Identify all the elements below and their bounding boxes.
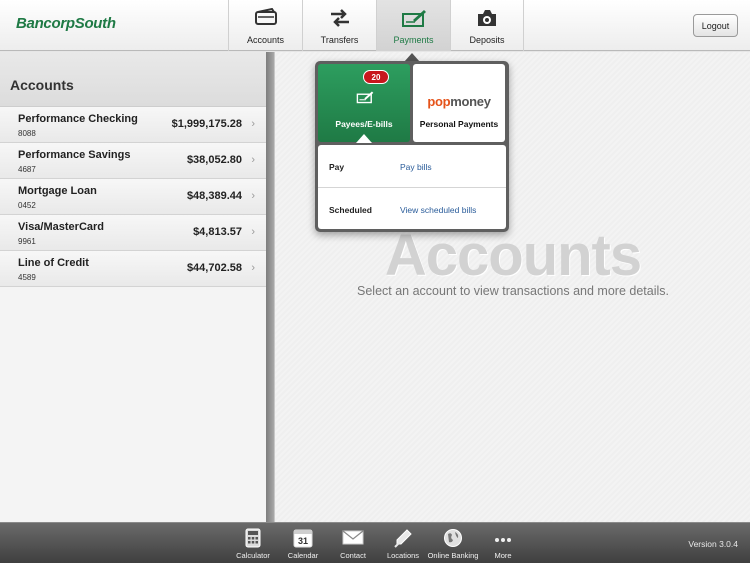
tab-label: Deposits <box>469 35 505 45</box>
tab-transfers[interactable]: Transfers <box>302 0 376 51</box>
tab-label: Accounts <box>246 35 285 45</box>
sidebar-title: Accounts <box>0 52 266 107</box>
popmoney-logo-money: money <box>450 94 491 109</box>
popover-list: Pay Pay bills Scheduled View scheduled b… <box>318 145 506 229</box>
accounts-sidebar: Accounts Performance Checking 8088 $1,99… <box>0 52 266 522</box>
account-name: Mortgage Loan <box>18 185 97 197</box>
account-row-performance-savings[interactable]: Performance Savings 4687 $38,052.80 › <box>0 143 266 179</box>
pay-row[interactable]: Pay Pay bills <box>318 145 506 187</box>
chevron-right-icon: › <box>251 118 255 130</box>
account-number: 4687 <box>18 165 36 174</box>
tile-label: Personal Payments <box>419 119 499 129</box>
account-number: 0452 <box>18 201 36 210</box>
check-pen-icon <box>356 91 374 104</box>
popover-tiles: 20 Payees/E-bills popmoney Personal Paym… <box>318 64 506 143</box>
account-balance: $38,052.80 <box>186 154 242 166</box>
toolbar-label: Contact <box>340 551 366 560</box>
tab-deposits[interactable]: Deposits <box>450 0 524 51</box>
chevron-right-icon: › <box>251 262 255 274</box>
tile-label: Payees/E-bills <box>335 119 393 129</box>
tab-label: Payments <box>393 35 434 45</box>
popmoney-logo-pop: pop <box>427 94 451 109</box>
account-row-line-of-credit[interactable]: Line of Credit 4589 $44,702.58 › <box>0 251 266 287</box>
row-label: Pay <box>329 162 345 172</box>
main-nav-tabs: Accounts Transfers Payments Deposits <box>228 0 524 51</box>
account-name: Visa/MasterCard <box>18 221 105 233</box>
account-row-mortgage-loan[interactable]: Mortgage Loan 0452 $48,389.44 › <box>0 179 266 215</box>
personal-payments-tile[interactable]: popmoney Personal Payments <box>413 64 505 142</box>
envelope-icon <box>342 530 364 545</box>
page-title: Accounts <box>384 223 642 288</box>
account-balance: $48,389.44 <box>186 190 242 202</box>
logout-button[interactable]: Logout <box>693 14 738 37</box>
chevron-right-icon: › <box>251 154 255 166</box>
transfer-arrows-icon <box>330 9 349 27</box>
calendar-icon: 31 <box>293 529 313 548</box>
selected-notch <box>356 134 372 143</box>
payees-ebills-tile[interactable]: 20 Payees/E-bills <box>318 64 410 143</box>
chevron-right-icon: › <box>251 226 255 238</box>
row-label: Scheduled <box>329 205 372 215</box>
wallet-icon <box>254 8 277 25</box>
globe-icon <box>444 529 462 547</box>
calculator-icon <box>245 528 261 548</box>
scheduled-row[interactable]: Scheduled View scheduled bills <box>318 187 506 229</box>
toolbar-label: Calculator <box>236 551 270 560</box>
check-pen-icon <box>401 10 426 27</box>
account-number: 4589 <box>18 273 36 282</box>
locations-button[interactable]: Locations <box>378 523 428 563</box>
tab-label: Transfers <box>320 35 359 45</box>
account-name: Performance Savings <box>18 149 131 161</box>
payments-popover: 20 Payees/E-bills popmoney Personal Paym… <box>315 61 509 232</box>
toolbar-label: Online Banking <box>427 551 479 560</box>
account-row-visa-mastercard[interactable]: Visa/MasterCard 9961 $4,813.57 › <box>0 215 266 251</box>
popmoney-logo: popmoney <box>413 94 505 109</box>
top-header: BancorpSouth Accounts Transfers Payments… <box>0 0 750 51</box>
location-pin-icon <box>394 529 412 548</box>
contact-button[interactable]: Contact <box>328 523 378 563</box>
bank-logo: BancorpSouth <box>16 15 116 32</box>
toolbar-label: More <box>494 551 512 560</box>
account-number: 9961 <box>18 237 36 246</box>
online-banking-button[interactable]: Online Banking <box>428 523 478 563</box>
calendar-date: 31 <box>298 536 308 546</box>
notification-badge: 20 <box>363 70 389 84</box>
account-balance: $1,999,175.28 <box>171 118 242 130</box>
page-subtitle: Select an account to view transactions a… <box>357 284 669 298</box>
calendar-button[interactable]: 31 Calendar <box>278 523 328 563</box>
more-dots-icon <box>495 538 511 542</box>
camera-icon <box>478 10 496 26</box>
calculator-button[interactable]: Calculator <box>228 523 278 563</box>
toolbar-label: Locations <box>386 551 420 560</box>
pay-bills-link[interactable]: Pay bills <box>400 162 432 172</box>
view-scheduled-bills-link[interactable]: View scheduled bills <box>400 205 476 215</box>
account-number: 8088 <box>18 129 36 138</box>
pane-divider <box>266 52 274 522</box>
toolbar-label: Calendar <box>287 551 319 560</box>
tab-payments[interactable]: Payments <box>376 0 450 51</box>
chevron-right-icon: › <box>251 190 255 202</box>
account-balance: $44,702.58 <box>186 262 242 274</box>
more-button[interactable]: More <box>478 523 528 563</box>
account-balance: $4,813.57 <box>193 226 242 238</box>
account-name: Line of Credit <box>18 257 89 269</box>
version-label: Version 3.0.4 <box>688 539 738 549</box>
bottom-toolbar: Calculator 31 Calendar Contact Locations <box>0 522 750 563</box>
tab-accounts[interactable]: Accounts <box>228 0 302 51</box>
account-row-performance-checking[interactable]: Performance Checking 8088 $1,999,175.28 … <box>0 107 266 143</box>
account-name: Performance Checking <box>18 113 138 125</box>
toolbar-items: Calculator 31 Calendar Contact Locations <box>228 523 528 563</box>
